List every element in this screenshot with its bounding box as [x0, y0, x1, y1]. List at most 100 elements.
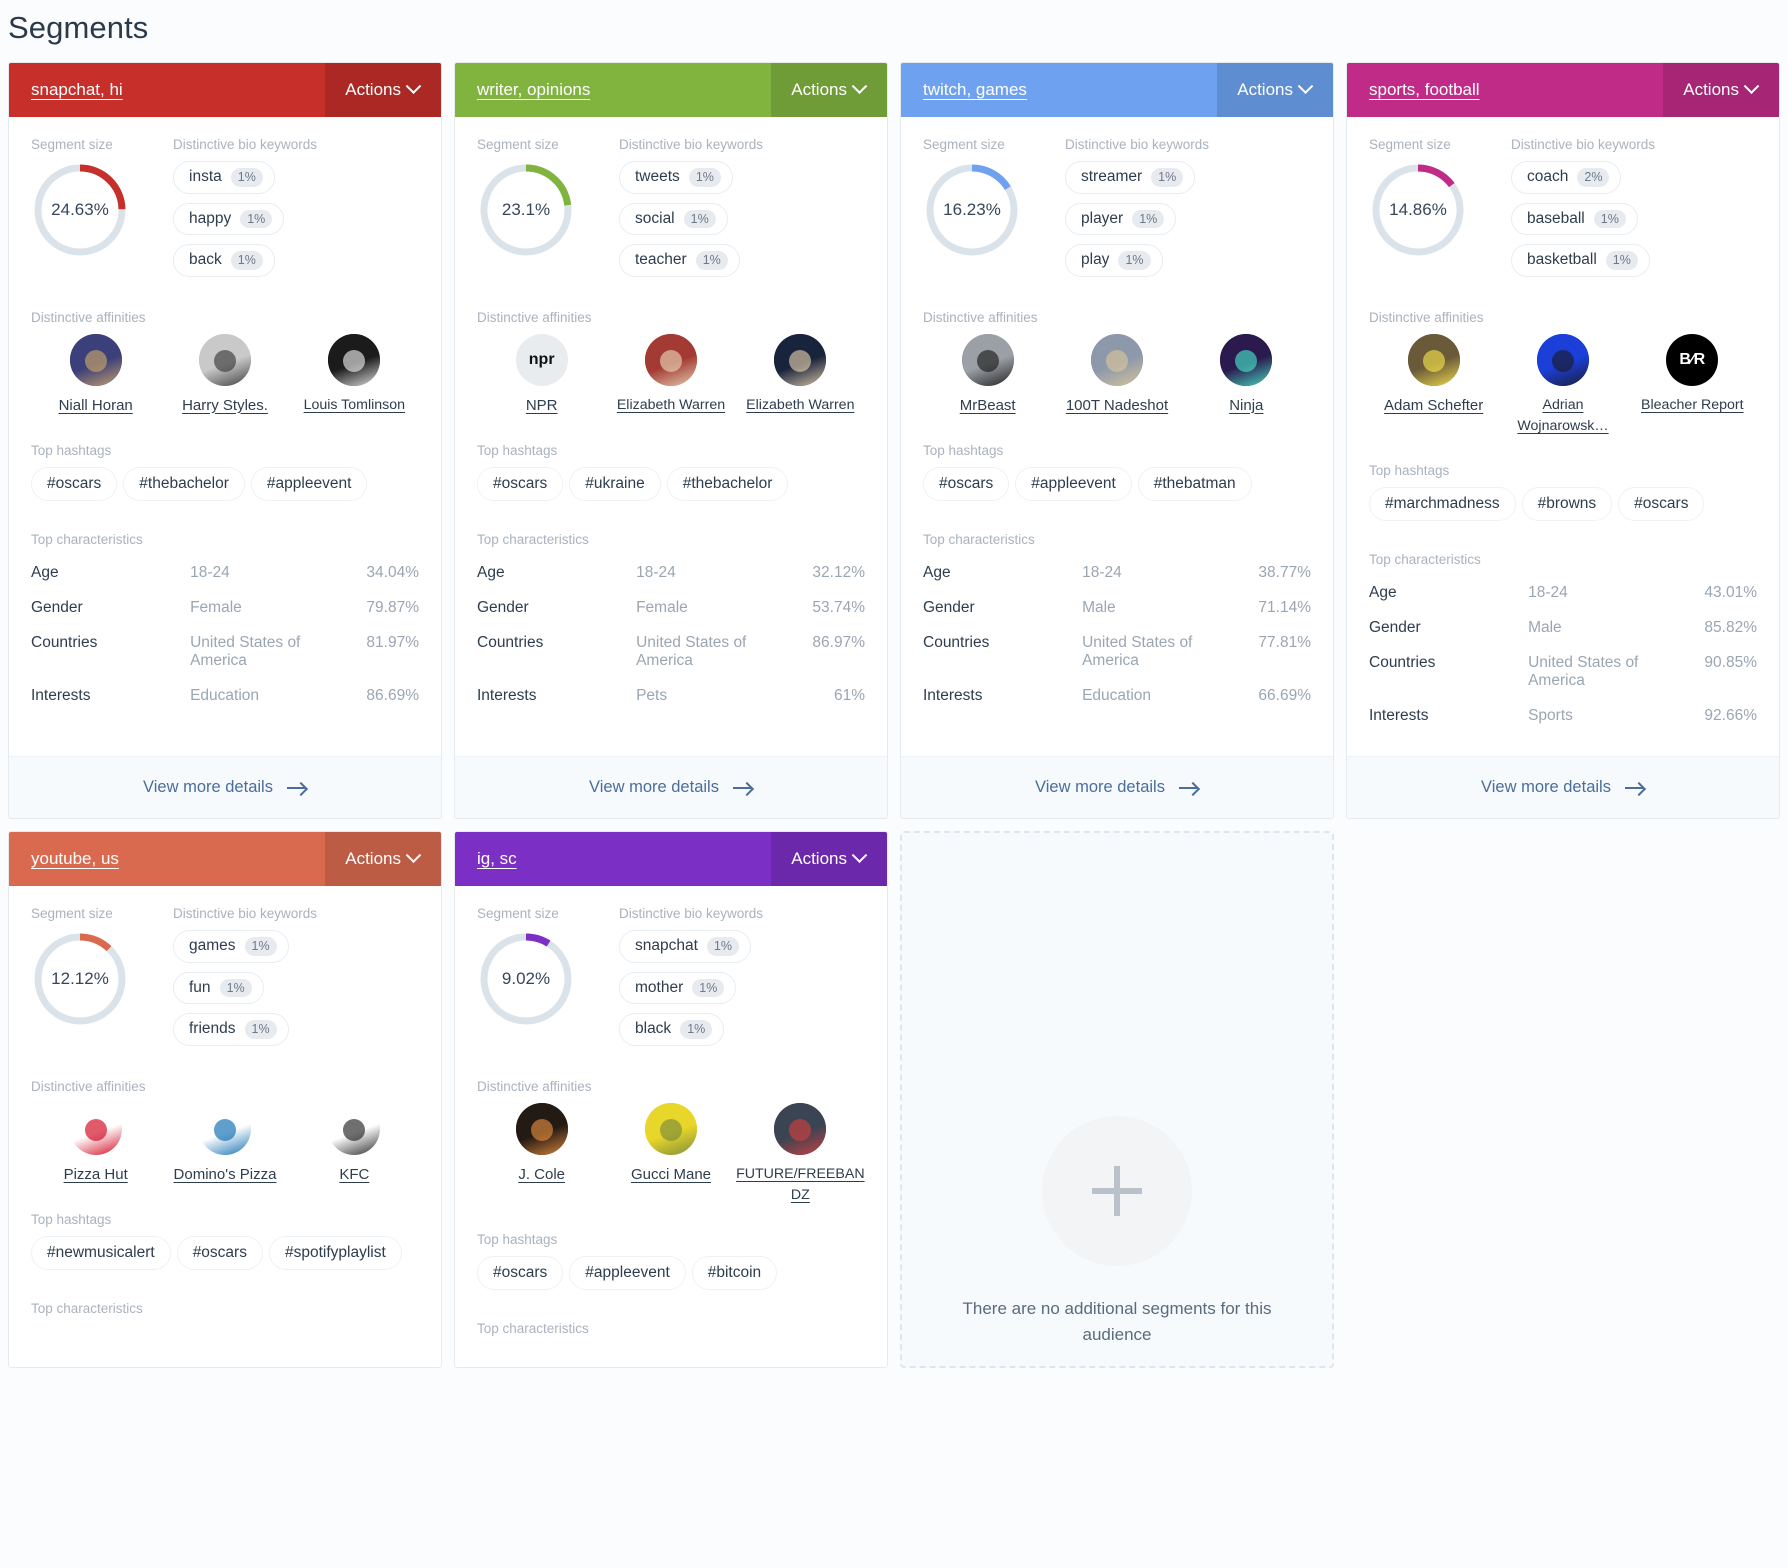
empty-segment-placeholder[interactable]: There are no additional segments for thi…: [900, 831, 1334, 1369]
hashtag-pill[interactable]: #appleevent: [1015, 467, 1132, 501]
affinity-item[interactable]: MrBeast: [923, 333, 1052, 418]
affinity-item[interactable]: Niall Horan: [31, 333, 160, 418]
hashtag-pill[interactable]: #appleevent: [569, 1256, 686, 1291]
actions-dropdown-button[interactable]: Actions: [771, 832, 887, 887]
view-more-details-button[interactable]: View more details: [1347, 756, 1779, 819]
affinity-item[interactable]: Adrian Wojnarowsk…: [1498, 333, 1627, 438]
affinities-row: Pizza Hut Domino's Pizza KFC: [31, 1102, 419, 1187]
actions-dropdown-button[interactable]: Actions: [1663, 63, 1779, 117]
affinity-item[interactable]: Ninja: [1182, 333, 1311, 418]
actions-dropdown-button[interactable]: Actions: [1217, 63, 1333, 117]
segment-size-value: 14.86%: [1389, 200, 1447, 219]
bio-keyword-pill[interactable]: insta 1%: [173, 161, 275, 194]
affinity-name[interactable]: J. Cole: [518, 1164, 565, 1187]
hashtag-pill[interactable]: #oscars: [31, 467, 118, 501]
bio-keyword-pill[interactable]: snapchat 1%: [619, 930, 751, 963]
bio-keyword-pill[interactable]: black 1%: [619, 1013, 725, 1046]
bio-keyword-pill[interactable]: fun 1%: [173, 971, 264, 1005]
hashtag-pill[interactable]: #browns: [1521, 487, 1613, 522]
bio-keyword-pill[interactable]: basketball 1%: [1511, 244, 1650, 277]
hashtag-pill[interactable]: #oscars: [477, 1256, 564, 1291]
affinity-item[interactable]: Elizabeth Warren: [606, 333, 735, 418]
affinity-name[interactable]: MrBeast: [960, 395, 1016, 418]
affinity-item[interactable]: Adam Schefter: [1369, 333, 1498, 438]
view-more-details-button[interactable]: View more details: [901, 756, 1333, 819]
affinities-row: Adam Schefter Adrian Wojnarowsk… B⁄R Bleach…: [1369, 333, 1757, 438]
affinity-name[interactable]: Gucci Mane: [631, 1164, 711, 1187]
characteristic-value: United States of America: [636, 634, 747, 669]
affinity-name[interactable]: NPR: [526, 395, 558, 418]
bio-keyword-pill[interactable]: back 1%: [173, 244, 275, 277]
affinity-item[interactable]: Gucci Mane: [606, 1102, 735, 1207]
segment-title-link[interactable]: twitch, games: [923, 80, 1027, 100]
affinity-item[interactable]: KFC: [290, 1102, 419, 1187]
affinity-name[interactable]: 100T Nadeshot: [1066, 395, 1168, 418]
view-more-details-button[interactable]: View more details: [9, 756, 441, 819]
bio-keyword-pill[interactable]: teacher 1%: [619, 244, 740, 277]
bio-keyword-text: friends: [189, 1020, 236, 1038]
hashtag-pill[interactable]: #appleevent: [250, 467, 368, 501]
hashtag-pill[interactable]: #bitcoin: [691, 1256, 778, 1291]
hashtag-pill[interactable]: #newmusicalert: [31, 1236, 171, 1271]
bio-keyword-pill[interactable]: play 1%: [1065, 244, 1163, 277]
hashtags-label: Top hashtags: [477, 1232, 558, 1248]
affinity-item[interactable]: Pizza Hut: [31, 1102, 160, 1187]
add-segment-button[interactable]: [1042, 1115, 1192, 1266]
affinity-name[interactable]: Elizabeth Warren: [746, 395, 854, 416]
affinity-item[interactable]: J. Cole: [477, 1102, 606, 1207]
bio-keyword-pill[interactable]: baseball 1%: [1511, 202, 1638, 235]
affinity-name[interactable]: Ninja: [1229, 395, 1263, 418]
bio-keyword-pill[interactable]: games 1%: [173, 930, 289, 963]
segment-title-link[interactable]: youtube, us: [31, 849, 119, 869]
actions-dropdown-button[interactable]: Actions: [771, 63, 887, 117]
hashtag-pill[interactable]: #marchmadness: [1369, 487, 1516, 522]
hashtag-pill[interactable]: #thebachelor: [123, 467, 245, 501]
affinity-name[interactable]: Pizza Hut: [64, 1164, 128, 1187]
segment-title-link[interactable]: ig, sc: [477, 849, 517, 869]
affinity-name[interactable]: Adrian Wojnarowsk…: [1498, 395, 1627, 438]
affinity-name[interactable]: Adam Schefter: [1384, 395, 1483, 418]
view-more-details-button[interactable]: View more details: [455, 756, 887, 819]
affinity-name[interactable]: Domino's Pizza: [174, 1164, 277, 1187]
hashtag-pill[interactable]: #oscars: [477, 467, 564, 501]
table-row: Age 18-24 43.01%: [1369, 576, 1757, 611]
affinity-item[interactable]: Elizabeth Warren: [736, 333, 865, 418]
affinity-name[interactable]: Niall Horan: [59, 395, 133, 418]
affinity-item[interactable]: B⁄R Bleacher Report: [1628, 333, 1757, 438]
bio-keyword-pill[interactable]: mother 1%: [619, 971, 737, 1005]
bio-keyword-pill[interactable]: player 1%: [1065, 202, 1177, 235]
actions-dropdown-button[interactable]: Actions: [325, 832, 441, 887]
affinity-item[interactable]: Harry Styles.: [160, 333, 289, 418]
bio-keyword-pill[interactable]: streamer 1%: [1065, 161, 1196, 194]
bio-keyword-pill[interactable]: happy 1%: [173, 202, 285, 235]
segment-title-link[interactable]: snapchat, hi: [31, 80, 123, 100]
segment-title-link[interactable]: writer, opinions: [477, 80, 590, 100]
affinity-item[interactable]: FUTURE/FREEBANDZ: [736, 1102, 865, 1207]
affinity-item[interactable]: Domino's Pizza: [160, 1102, 289, 1187]
bio-keyword-pill[interactable]: tweets 1%: [619, 161, 733, 194]
segment-title-link[interactable]: sports, football: [1369, 80, 1480, 100]
hashtag-pill[interactable]: #ukraine: [569, 467, 661, 501]
hashtag-pill[interactable]: #thebatman: [1137, 467, 1252, 501]
actions-dropdown-button[interactable]: Actions: [325, 63, 441, 117]
bio-keyword-pill[interactable]: social 1%: [619, 202, 728, 235]
affinity-name[interactable]: Bleacher Report: [1641, 395, 1744, 416]
hashtag-pill[interactable]: #oscars: [1618, 487, 1705, 522]
affinity-name[interactable]: FUTURE/FREEBANDZ: [736, 1164, 865, 1207]
affinity-name[interactable]: Elizabeth Warren: [617, 395, 725, 416]
affinity-item[interactable]: 100T Nadeshot: [1052, 333, 1181, 418]
affinity-item[interactable]: Louis Tomlinson: [290, 333, 419, 418]
hashtag-pill[interactable]: #thebachelor: [666, 467, 789, 501]
affinity-name[interactable]: Louis Tomlinson: [304, 395, 405, 416]
actions-label: Actions: [791, 849, 847, 869]
affinity-item[interactable]: npr NPR: [477, 333, 606, 418]
hashtag-pill[interactable]: #oscars: [923, 467, 1010, 501]
hashtag-pill[interactable]: #oscars: [176, 1236, 263, 1271]
bio-keyword-percent: 1%: [695, 251, 728, 270]
hashtag-pill[interactable]: #spotifyplaylist: [268, 1236, 402, 1271]
bio-keyword-pill[interactable]: coach 2%: [1511, 161, 1622, 194]
affinity-name[interactable]: Harry Styles.: [182, 395, 268, 418]
bio-keyword-pill[interactable]: friends 1%: [173, 1013, 289, 1046]
bio-keywords-block: Distinctive bio keywords tweets 1% social 1%…: [619, 137, 865, 286]
affinity-name[interactable]: KFC: [339, 1164, 369, 1187]
